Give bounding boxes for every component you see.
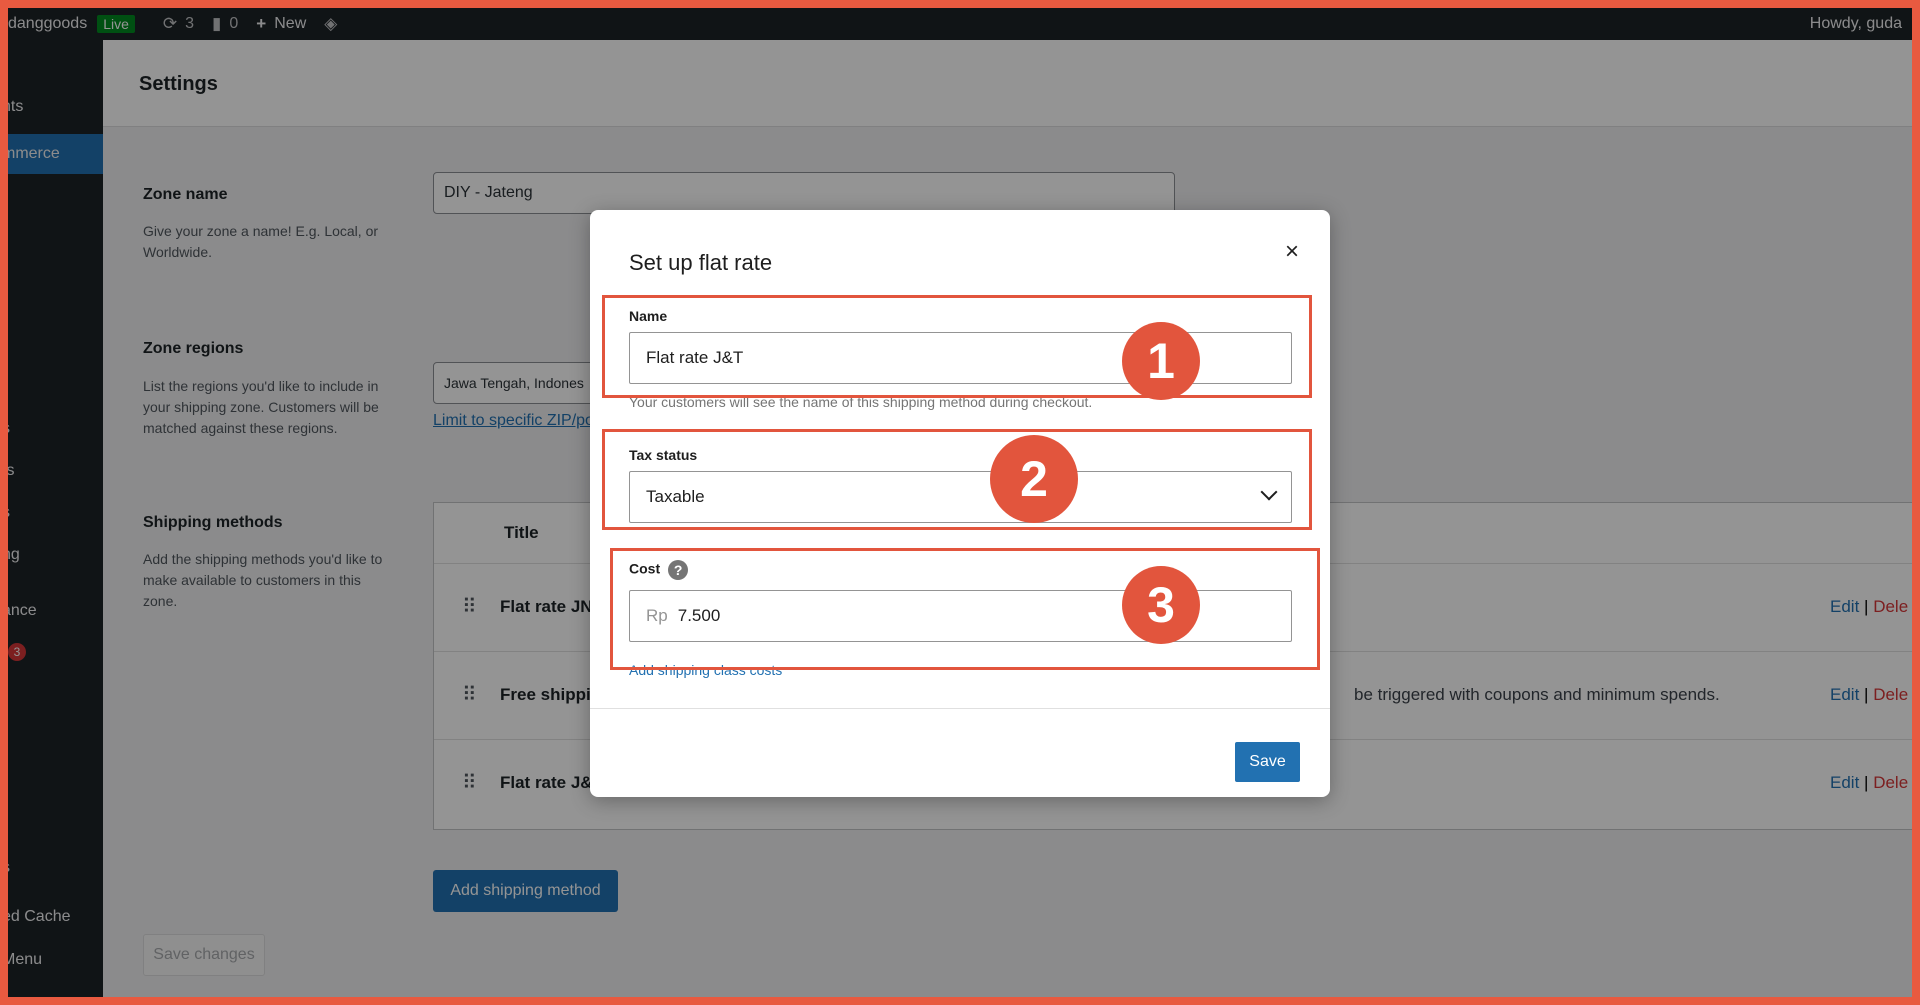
annotation-number-1: 1 <box>1122 322 1200 400</box>
annotation-box-1 <box>602 295 1312 398</box>
annotation-number-2: 2 <box>990 435 1078 523</box>
annotation-box-2 <box>602 429 1312 530</box>
screen: danggoodsLive ⟳3 ▮0 +New ◈ Howdy, guda n… <box>8 8 1912 997</box>
annotation-box-3 <box>610 548 1320 670</box>
modal-divider <box>590 708 1330 709</box>
close-icon[interactable]: × <box>1285 238 1299 266</box>
modal-title: Set up flat rate <box>629 250 773 275</box>
save-button[interactable]: Save <box>1235 742 1300 782</box>
annotation-number-3: 3 <box>1122 566 1200 644</box>
